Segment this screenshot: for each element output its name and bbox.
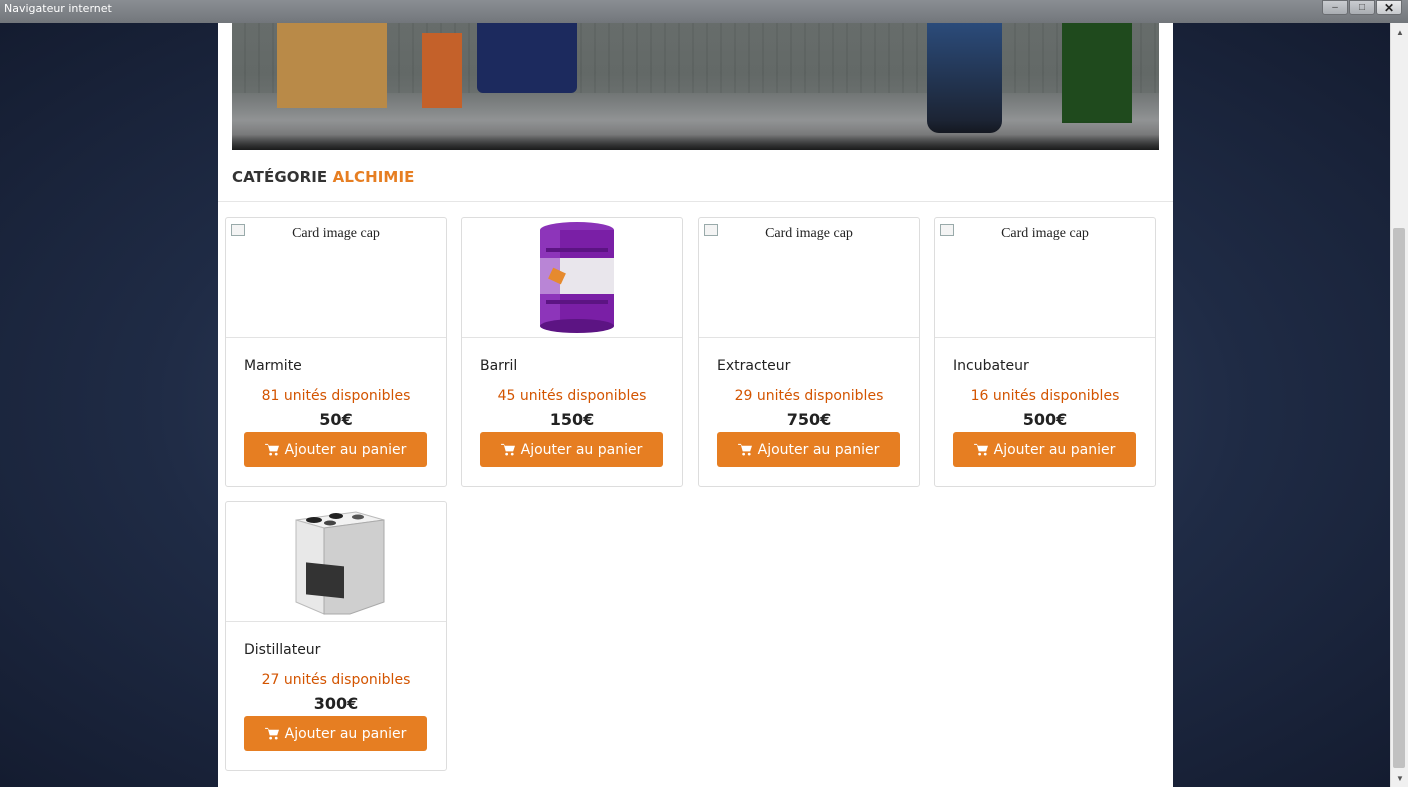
add-to-cart-label: Ajouter au panier <box>284 441 407 458</box>
product-name: Distillateur <box>244 642 321 658</box>
barrel-image <box>540 222 614 333</box>
image-alt-text: Card image cap <box>292 226 380 241</box>
product-image <box>462 218 682 338</box>
product-price: 300€ <box>313 694 359 713</box>
product-stock: 45 unités disponibles <box>497 388 647 404</box>
scrollbar-thumb[interactable] <box>1393 228 1405 768</box>
product-stock: 81 unités disponibles <box>261 388 411 404</box>
scroll-up-arrow-icon[interactable]: ▲ <box>1391 25 1408 39</box>
scroll-down-arrow-icon[interactable]: ▼ <box>1391 771 1408 785</box>
cart-icon <box>737 443 752 456</box>
add-to-cart-button[interactable]: Ajouter au panier <box>244 716 427 751</box>
add-to-cart-label: Ajouter au panier <box>520 441 643 458</box>
add-to-cart-button[interactable]: Ajouter au panier <box>480 432 663 467</box>
cart-icon <box>264 727 279 740</box>
category-name: ALCHIMIE <box>332 168 415 186</box>
cart-icon <box>500 443 515 456</box>
product-price: 50€ <box>319 410 353 429</box>
product-image: Card image cap <box>699 218 919 338</box>
vertical-scrollbar[interactable]: ▲ ▼ <box>1390 23 1408 787</box>
product-name: Marmite <box>244 358 302 374</box>
add-to-cart-label: Ajouter au panier <box>284 725 407 742</box>
minimize-button[interactable]: – <box>1322 0 1348 15</box>
maximize-button[interactable]: □ <box>1349 0 1375 15</box>
product-card-extracteur: Card image cap Extracteur 29 unités disp… <box>698 217 920 487</box>
category-heading: CATÉGORIE ALCHIMIE <box>232 168 414 186</box>
product-card-barril: Barril 45 unités disponibles 150€ Ajoute… <box>461 217 683 487</box>
product-price: 750€ <box>786 410 832 429</box>
add-to-cart-button[interactable]: Ajouter au panier <box>244 432 427 467</box>
image-alt-text: Card image cap <box>1001 226 1089 241</box>
main-content: CATÉGORIE ALCHIMIE Card image cap Marmit… <box>218 23 1173 787</box>
stove-image <box>295 511 385 615</box>
product-price: 150€ <box>549 410 595 429</box>
add-to-cart-label: Ajouter au panier <box>757 441 880 458</box>
product-card-marmite: Card image cap Marmite 81 unités disponi… <box>225 217 447 487</box>
close-button[interactable]: ✕ <box>1376 0 1402 15</box>
add-to-cart-button[interactable]: Ajouter au panier <box>717 432 900 467</box>
product-stock: 27 unités disponibles <box>261 672 411 688</box>
product-card-incubateur: Card image cap Incubateur 16 unités disp… <box>934 217 1156 487</box>
product-image: Card image cap <box>935 218 1155 338</box>
window-title: Navigateur internet <box>4 2 112 15</box>
cart-icon <box>973 443 988 456</box>
add-to-cart-button[interactable]: Ajouter au panier <box>953 432 1136 467</box>
image-alt-text: Card image cap <box>765 226 853 241</box>
product-name: Extracteur <box>717 358 791 374</box>
add-to-cart-label: Ajouter au panier <box>993 441 1116 458</box>
category-label: CATÉGORIE <box>232 168 328 186</box>
product-image <box>226 502 446 622</box>
product-image: Card image cap <box>226 218 446 338</box>
product-name: Barril <box>480 358 518 374</box>
product-card-distillateur: Distillateur 27 unités disponibles 300€ … <box>225 501 447 771</box>
hero-banner-image <box>232 23 1159 150</box>
cart-icon <box>264 443 279 456</box>
product-price: 500€ <box>1022 410 1068 429</box>
product-stock: 16 unités disponibles <box>970 388 1120 404</box>
product-name: Incubateur <box>953 358 1029 374</box>
divider <box>218 201 1173 202</box>
page-viewport: CATÉGORIE ALCHIMIE Card image cap Marmit… <box>0 23 1390 787</box>
window-titlebar: Navigateur internet – □ ✕ <box>0 0 1408 23</box>
product-stock: 29 unités disponibles <box>734 388 884 404</box>
